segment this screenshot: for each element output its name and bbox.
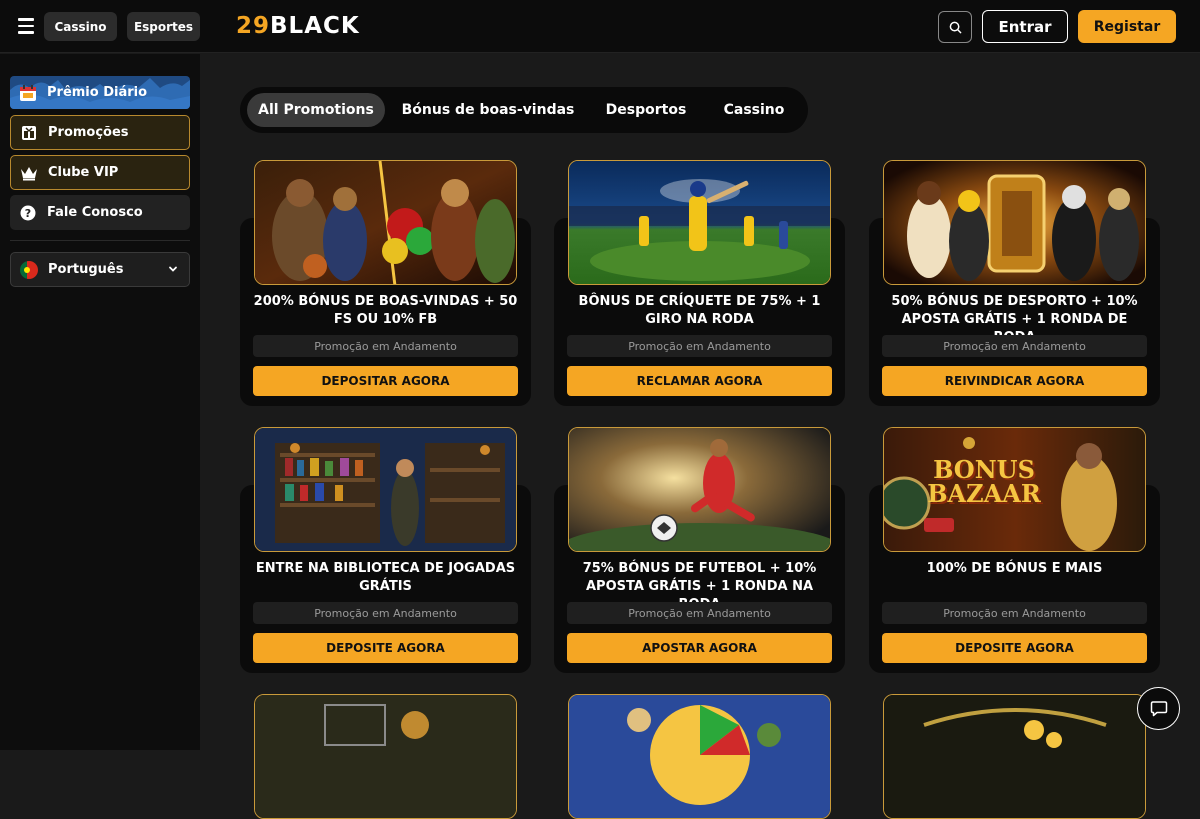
promotion-image[interactable]: [254, 427, 517, 552]
portugal-flag-icon: [20, 260, 38, 279]
filter-all-promotions[interactable]: All Promotions: [247, 93, 385, 127]
promotion-title: 200% BÓNUS DE BOAS-VINDAS + 50 FS OU 10%…: [253, 294, 518, 327]
calendar-icon: [19, 84, 37, 102]
sidebar-item-label: Prêmio Diário: [47, 85, 148, 100]
sidebar-item-fale-conosco[interactable]: ? Fale Conosco: [10, 195, 190, 230]
search-button[interactable]: [938, 11, 972, 43]
chat-button[interactable]: [1137, 687, 1180, 730]
chat-bubble-icon: [1150, 700, 1167, 716]
promotion-title: 100% DE BÓNUS E MAIS: [926, 561, 1103, 576]
help-icon: ?: [19, 204, 37, 222]
promotion-status: Promoção em Andamento: [567, 335, 832, 357]
crown-icon: [20, 164, 38, 182]
deposit-now-button[interactable]: DEPOSITAR AGORA: [253, 366, 518, 396]
top-header: Cassino Esportes 29 BLACK Entrar Registar: [0, 0, 1200, 53]
bet-now-button[interactable]: APOSTAR AGORA: [567, 633, 832, 663]
main-content: All Promotions Bónus de boas-vindas Desp…: [200, 54, 1200, 819]
promotion-status: Promoção em Andamento: [882, 602, 1147, 624]
sidebar-item-clube-vip[interactable]: Clube VIP: [10, 155, 190, 190]
language-selector[interactable]: Português: [10, 252, 190, 287]
search-icon: [949, 21, 961, 33]
sidebar: Prêmio Diário Promoções Clube VIP ? Fale…: [0, 54, 200, 750]
promotion-image[interactable]: BONUS BAZAAR: [883, 427, 1146, 552]
filter-desportos[interactable]: Desportos: [593, 93, 699, 127]
sidebar-item-label: Promoções: [48, 125, 129, 140]
promotion-image[interactable]: [568, 694, 831, 819]
sidebar-item-label: Fale Conosco: [47, 205, 143, 220]
promotion-image[interactable]: [568, 427, 831, 552]
promotion-image[interactable]: [568, 160, 831, 285]
language-label: Português: [48, 262, 124, 277]
logo-number: 29: [236, 13, 271, 39]
sidebar-item-promocoes[interactable]: Promoções: [10, 115, 190, 150]
promotion-image[interactable]: [883, 160, 1146, 285]
deposit-now-button[interactable]: DEPOSITE AGORA: [253, 633, 518, 663]
promotion-status: Promoção em Andamento: [253, 335, 518, 357]
filter-cassino[interactable]: Cassino: [710, 93, 798, 127]
site-logo[interactable]: 29 BLACK: [236, 12, 360, 40]
promotion-title: ENTRE NA BIBLIOTECA DE JOGADAS GRÁTIS: [255, 561, 516, 594]
chevron-down-icon: [167, 263, 179, 279]
filter-bonus-boas-vindas[interactable]: Bónus de boas-vindas: [395, 93, 581, 127]
svg-text:?: ?: [25, 207, 31, 220]
login-button[interactable]: Entrar: [982, 10, 1068, 43]
promotion-filter-bar: All Promotions Bónus de boas-vindas Desp…: [240, 87, 808, 133]
tab-cassino[interactable]: Cassino: [44, 12, 117, 41]
sidebar-divider: [10, 240, 190, 241]
hamburger-menu-icon[interactable]: [14, 14, 38, 38]
claim-now-button[interactable]: RECLAMAR AGORA: [567, 366, 832, 396]
sidebar-item-label: Clube VIP: [48, 165, 119, 180]
register-button[interactable]: Registar: [1078, 10, 1176, 43]
promotion-status: Promoção em Andamento: [253, 602, 518, 624]
gift-icon: [20, 124, 38, 142]
bonus-bazaar-logo: BONUS BAZAAR: [927, 455, 1041, 508]
promotion-status: Promoção em Andamento: [567, 602, 832, 624]
promotion-title: BÔNUS DE CRÍQUETE DE 75% + 1 GIRO NA ROD…: [578, 294, 821, 327]
redeem-now-button[interactable]: REIVINDICAR AGORA: [882, 366, 1147, 396]
promotion-status: Promoção em Andamento: [882, 335, 1147, 357]
promotion-image[interactable]: [254, 160, 517, 285]
logo-word: BLACK: [270, 13, 360, 39]
promotion-image[interactable]: [254, 694, 517, 819]
deposit-now-button[interactable]: DEPOSITE AGORA: [882, 633, 1147, 663]
promotion-image[interactable]: [883, 694, 1146, 819]
sidebar-item-premio-diario[interactable]: Prêmio Diário: [10, 75, 190, 110]
tab-esportes[interactable]: Esportes: [127, 12, 200, 41]
